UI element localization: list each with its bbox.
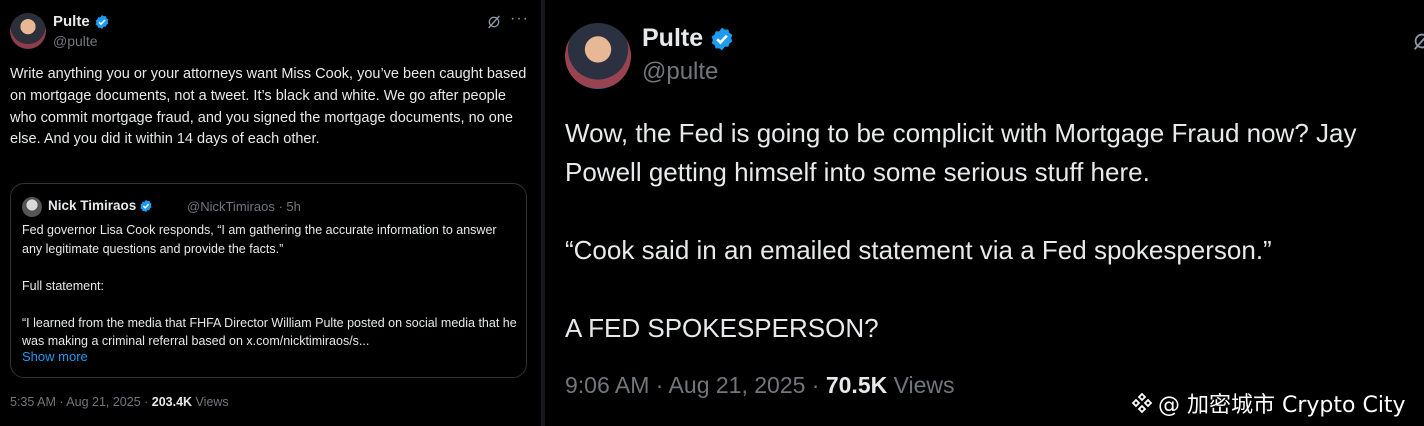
avatar[interactable]: [565, 23, 631, 89]
quoted-author-name-text[interactable]: Nick Timiraos: [48, 198, 136, 213]
grok-icon[interactable]: [1411, 30, 1424, 52]
views-count: 70.5K: [825, 372, 888, 398]
tweet-text: Wow, the Fed is going to be complicit wi…: [565, 114, 1424, 348]
views-count: 203.4K: [151, 395, 193, 409]
verified-badge-icon: [95, 14, 109, 29]
author-name-text[interactable]: Pulte: [53, 13, 90, 30]
binance-square-icon: [1131, 392, 1153, 414]
verified-badge-icon: [711, 27, 733, 50]
tweet-text: Write anything you or your attorneys wan…: [10, 66, 527, 148]
quoted-tweet[interactable]: Nick Timiraos @NickTimiraos · 5h Fed gov…: [10, 183, 527, 378]
views-label: Views: [192, 395, 229, 409]
left-tweet-panel: Pulte @pulte ··· Write anything you or y…: [0, 0, 541, 426]
quoted-author-name[interactable]: Nick Timiraos: [48, 198, 153, 213]
tweet-timestamp[interactable]: 5:35 AM · Aug 21, 2025 ·: [10, 395, 152, 409]
more-options-icon[interactable]: ···: [510, 10, 529, 28]
show-more-link[interactable]: Show more: [22, 349, 88, 364]
tweet-footer: 9:06 AM · Aug 21, 2025 · 70.5K Views: [565, 372, 955, 399]
quoted-avatar[interactable]: [22, 197, 42, 217]
views-label: Views: [887, 372, 955, 398]
quoted-text: Fed governor Lisa Cook responds, “I am g…: [22, 221, 517, 351]
quoted-paragraph: “I learned from the media that FHFA Dire…: [22, 315, 517, 349]
tweet-paragraph: A FED SPOKESPERSON?: [565, 313, 879, 343]
author-name[interactable]: Pulte: [642, 24, 735, 53]
right-tweet-panel: Pulte @pulte Wow, the Fed is going to be…: [545, 0, 1424, 426]
tweet-timestamp[interactable]: 9:06 AM · Aug 21, 2025 ·: [565, 372, 826, 398]
watermark-text: @ 加密城市 Crypto City: [1158, 393, 1406, 418]
author-handle[interactable]: @pulte: [53, 33, 98, 49]
author-name-text[interactable]: Pulte: [642, 24, 703, 53]
author-handle[interactable]: @pulte: [642, 58, 718, 86]
verified-badge-icon: [140, 199, 152, 212]
tweet-paragraph: “Cook said in an emailed statement via a…: [565, 235, 1272, 265]
quoted-paragraph: Full statement:: [22, 278, 104, 293]
author-name[interactable]: Pulte: [53, 13, 110, 30]
grok-icon[interactable]: [486, 14, 502, 30]
watermark: @ 加密城市 Crypto City: [1130, 387, 1406, 419]
quoted-meta: @NickTimiraos · 5h: [187, 199, 301, 214]
quoted-paragraph: Fed governor Lisa Cook responds, “I am g…: [22, 223, 497, 256]
tweet-paragraph: Wow, the Fed is going to be complicit wi…: [565, 118, 1357, 187]
avatar[interactable]: [10, 13, 46, 49]
tweet-footer: 5:35 AM · Aug 21, 2025 · 203.4K Views: [10, 395, 229, 409]
